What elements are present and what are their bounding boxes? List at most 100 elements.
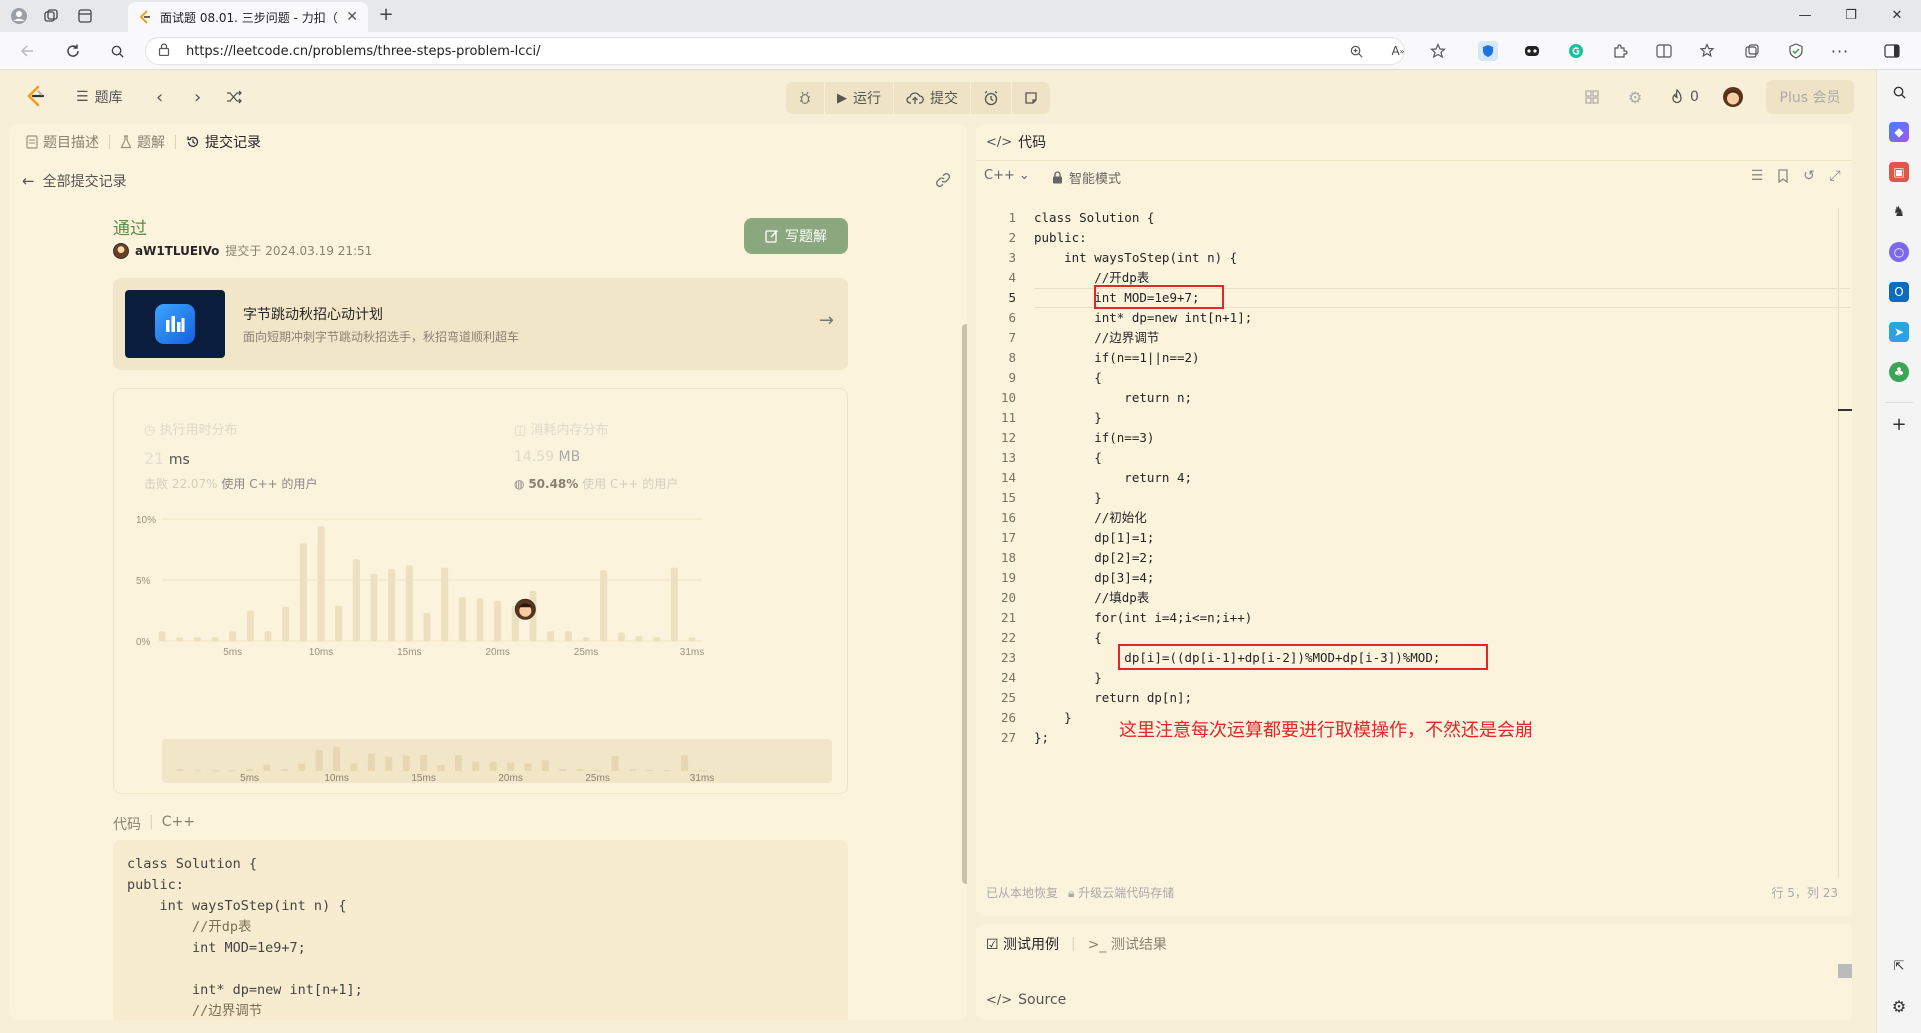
run-button[interactable]: ▶ 运行 (825, 82, 894, 114)
url-input[interactable]: https://leetcode.cn/problems/three-steps… (145, 37, 1405, 65)
source-button[interactable]: </> Source (986, 992, 1066, 1008)
chart-bar[interactable] (282, 606, 290, 641)
username[interactable]: aW1TLUEIVo (135, 244, 219, 258)
chart-bar[interactable] (688, 637, 696, 641)
chart-bar[interactable] (423, 612, 431, 641)
chart-bar[interactable] (635, 636, 643, 641)
random-problem-button[interactable] (226, 83, 242, 111)
extension-mask-icon[interactable] (1522, 41, 1542, 61)
next-problem-button[interactable]: › (194, 83, 201, 111)
timer-button[interactable] (971, 82, 1012, 114)
tab-test-result[interactable]: >_ 测试结果 (1088, 934, 1167, 954)
chart-bar[interactable] (264, 631, 272, 641)
favorites-icon[interactable] (1698, 41, 1718, 61)
code-line[interactable]: 10 return n; (976, 388, 1852, 408)
reset-icon[interactable]: ↺ (1800, 167, 1818, 185)
sidebar-shopping-icon[interactable]: ▣ (1889, 162, 1909, 182)
sidebar-copilot-icon[interactable]: ◆ (1889, 122, 1909, 142)
code-line[interactable]: 3 int waysToStep(int n) { (976, 248, 1852, 268)
leetcode-logo-icon[interactable] (24, 84, 48, 108)
plus-membership-button[interactable]: Plus 会员 (1766, 80, 1854, 114)
extension-grammarly-icon[interactable] (1566, 41, 1586, 61)
chart-bar[interactable] (335, 605, 343, 641)
tab-testcase[interactable]: ☑ 测试用例 (986, 934, 1059, 954)
restore-button[interactable]: ❐ (1828, 4, 1874, 28)
tab-submissions[interactable]: 提交记录 (186, 132, 261, 152)
chart-minimap[interactable]: 5ms 10ms 15ms 20ms 25ms 31ms (162, 739, 832, 784)
chart-bar[interactable] (670, 567, 678, 641)
chart-bar[interactable] (229, 631, 237, 641)
code-line[interactable]: 14 return 4; (976, 468, 1852, 488)
back-arrow-icon[interactable] (16, 40, 38, 62)
sidebar-m365-icon[interactable]: ○ (1889, 242, 1909, 262)
runtime-title[interactable]: ◷ 执行用时分布 (144, 419, 238, 438)
code-line[interactable]: 19 dp[3]=4; (976, 568, 1852, 588)
chart-bar[interactable] (211, 637, 219, 641)
sidebar-tree-icon[interactable]: ♣ (1889, 362, 1909, 382)
code-line[interactable]: 21 for(int i=4;i<=n;i++) (976, 608, 1852, 628)
code-line[interactable]: 24 } (976, 668, 1852, 688)
workspaces-icon[interactable] (40, 5, 62, 27)
chart-bar[interactable] (317, 526, 325, 641)
code-line[interactable]: 8 if(n==1||n==2) (976, 348, 1852, 368)
editor-scrollbar[interactable] (1838, 208, 1839, 878)
expand-icon[interactable]: ⤢ (1826, 167, 1844, 185)
code-line[interactable]: 18 dp[2]=2; (976, 548, 1852, 568)
new-tab-button[interactable]: + (374, 5, 398, 27)
split-screen-icon[interactable] (1654, 41, 1674, 61)
sidebar-search-icon[interactable] (1889, 82, 1909, 102)
profile-icon[interactable] (8, 5, 30, 27)
tab-close-icon[interactable]: ✕ (346, 9, 358, 25)
code-line[interactable]: 17 dp[1]=1; (976, 528, 1852, 548)
chart-bar[interactable] (441, 567, 449, 641)
chart-bar[interactable] (352, 559, 360, 641)
tab-actions-icon[interactable] (74, 5, 96, 27)
chart-bar[interactable] (299, 543, 307, 641)
submit-button[interactable]: 提交 (894, 82, 971, 114)
chart-bar[interactable] (582, 637, 590, 641)
chart-bar[interactable] (547, 631, 555, 641)
prev-problem-button[interactable]: ‹ (156, 83, 163, 111)
result-status[interactable]: 通过 (113, 214, 147, 239)
search-icon[interactable] (106, 40, 128, 62)
code-line[interactable]: 9 { (976, 368, 1852, 388)
browser-essentials-icon[interactable] (1786, 41, 1806, 61)
sidebar-send-icon[interactable]: ➤ (1889, 322, 1909, 342)
chart-bar[interactable] (246, 610, 254, 642)
chart-bar[interactable] (564, 631, 572, 641)
code-line[interactable]: 20 //填dp表 (976, 588, 1852, 608)
user-runtime-marker[interactable] (514, 598, 536, 620)
sidebar-outlook-icon[interactable]: O (1889, 282, 1909, 302)
user-avatar[interactable] (1722, 83, 1744, 111)
bookmark-icon[interactable] (1774, 167, 1792, 185)
chart-bar[interactable] (600, 570, 608, 641)
more-menu-icon[interactable]: ··· (1830, 41, 1850, 61)
sidebar-add-icon[interactable]: + (1889, 414, 1909, 435)
code-line[interactable]: 12 if(n==3) (976, 428, 1852, 448)
notes-button[interactable] (1012, 82, 1050, 114)
smart-mode-toggle[interactable]: 智能模式 (1052, 168, 1121, 187)
problem-bank-button[interactable]: ☰ 题库 (76, 83, 123, 111)
code-line[interactable]: 13 { (976, 448, 1852, 468)
code-line[interactable]: 7 //边界调节 (976, 328, 1852, 348)
debug-button[interactable] (786, 82, 825, 114)
sidebar-hide-icon[interactable]: ⇱ (1889, 956, 1909, 976)
read-aloud-icon[interactable]: A» (1388, 41, 1408, 61)
chart-bar[interactable] (176, 637, 184, 641)
code-line[interactable]: 6 int* dp=new int[n+1]; (976, 308, 1852, 328)
collections-icon[interactable] (1742, 41, 1762, 61)
zoom-icon[interactable] (1346, 41, 1366, 61)
extensions-puzzle-icon[interactable] (1610, 41, 1630, 61)
extension-shield-icon[interactable] (1478, 41, 1498, 61)
code-preview[interactable]: class Solution {public: int waysToStep(i… (113, 840, 848, 1020)
chart-bar[interactable] (617, 632, 625, 641)
code-line[interactable]: 11 } (976, 408, 1852, 428)
copy-link-icon[interactable] (935, 172, 951, 192)
memory-title[interactable]: ◫ 消耗内存分布 (514, 419, 608, 438)
close-window-button[interactable]: ✕ (1874, 4, 1920, 28)
streak-counter[interactable]: 0 (1670, 83, 1699, 111)
chart-bar[interactable] (458, 597, 466, 641)
format-icon[interactable]: ☰ (1748, 167, 1766, 185)
promo-banner[interactable]: 字节跳动秋招心动计划 面向短期冲刺字节跳动秋招选手，秋招弯道顺利超车 → (113, 278, 848, 370)
sidebar-toggle-icon[interactable] (1882, 41, 1902, 61)
